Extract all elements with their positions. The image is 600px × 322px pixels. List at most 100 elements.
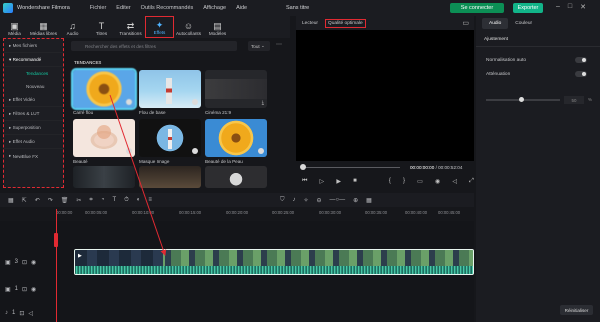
undo-icon[interactable]: ↶ (35, 197, 40, 204)
effect-card-partial[interactable] (139, 166, 201, 188)
image-icon[interactable]: ▭ (462, 19, 469, 27)
templates-icon: ▤ (213, 21, 222, 31)
prev-frame-icon[interactable]: ⏮ (302, 178, 307, 185)
attenuation-value-input[interactable]: 50 (564, 96, 584, 104)
effect-card-beauty[interactable]: Beauté (73, 119, 135, 164)
sidebar-item-recommended[interactable]: ▾ Recommandé (4, 53, 63, 67)
tab-color[interactable]: Couleur (508, 18, 539, 29)
effects-search-input[interactable]: Rechercher des effets et des filtres (71, 41, 237, 51)
tab-stock-media[interactable]: ▦ Médias libres (29, 16, 58, 38)
delete-icon[interactable]: 🗑 (61, 197, 69, 204)
effect-card-partial[interactable] (205, 166, 267, 188)
section-title: Ajustement (484, 37, 508, 42)
adjust-icon[interactable]: ≡ (148, 197, 152, 203)
ai-icon[interactable]: ✧ (303, 197, 308, 204)
tab-audio-properties[interactable]: Audio (482, 17, 509, 29)
media-icon: ▣ (10, 21, 19, 31)
lock-icon[interactable]: ⊡ (22, 259, 27, 266)
effect-card-square-blur[interactable]: Carré flou (71, 68, 137, 115)
play-full-icon[interactable]: ▶ (336, 178, 341, 185)
tab-effects[interactable]: ✦ Effets (145, 16, 174, 38)
close-icon[interactable]: ✕ (580, 3, 586, 11)
scrub-handle[interactable] (300, 164, 306, 170)
fullscreen-icon[interactable]: ⤢ (469, 178, 474, 185)
effect-card-skin-beauty[interactable]: Beauté de la Peau (205, 119, 267, 164)
filter-dropdown[interactable]: Tout ⌄ (248, 41, 270, 51)
grid-icon[interactable]: ▦ (366, 197, 372, 204)
eye-icon[interactable]: ◉ (31, 286, 36, 293)
mic-icon[interactable]: ♪ (292, 197, 295, 203)
zoom-in-icon[interactable]: ⊕ (353, 197, 358, 204)
tab-audio[interactable]: ♫ Audio (58, 16, 87, 38)
tab-media[interactable]: ▣ Média (0, 16, 29, 38)
color-icon[interactable]: ◐ (137, 197, 141, 203)
video-clip[interactable]: ▶ (74, 249, 474, 275)
marker-icon[interactable]: ⛉ (280, 197, 285, 204)
ruler-tick-label: 00:00:15:00 (179, 210, 202, 215)
eye-icon[interactable]: ◉ (31, 259, 36, 266)
stock-media-icon: ▦ (39, 21, 48, 31)
text-icon[interactable]: T (112, 197, 116, 203)
menu-item-help[interactable]: Aide (236, 5, 247, 11)
sign-in-button[interactable]: Se connecter (450, 3, 504, 13)
zoom-slider[interactable]: —○— (330, 197, 346, 203)
sidebar-item-audio-effect[interactable]: ▸ Effet Audio (4, 135, 63, 149)
reset-button[interactable]: Réinitialiser (560, 305, 593, 315)
speed-icon[interactable]: ◔ (101, 197, 105, 203)
preview-viewer[interactable] (296, 30, 474, 161)
sidebar-item-my-files[interactable]: ▸ Mes fichiers (4, 39, 63, 53)
clip-waveform (75, 266, 473, 274)
chevron-down-icon: ⌄ (260, 43, 265, 48)
lock-icon[interactable]: ⊡ (19, 310, 24, 317)
ruler-tick-label: 00:00:25:00 (272, 210, 295, 215)
preview-scrub-bar[interactable] (302, 167, 400, 168)
effect-card-image-mask[interactable]: Masque Image (139, 119, 201, 164)
effect-card-partial[interactable] (73, 166, 135, 188)
crop-icon[interactable]: ⌗ (89, 197, 92, 204)
zoom-out-icon[interactable]: ⊖ (316, 197, 321, 204)
divider (476, 46, 600, 47)
redo-icon[interactable]: ↷ (48, 197, 53, 204)
menu-item-view[interactable]: Affichage (203, 5, 226, 11)
sidebar-item-new[interactable]: Nouveau (4, 80, 63, 93)
quality-dropdown[interactable]: Qualité optimale (325, 18, 366, 28)
slider-handle[interactable] (519, 97, 524, 102)
sidebar-item-newblue-fx[interactable]: ▸ NewBlue FX (4, 149, 63, 163)
export-button[interactable]: Exporter (513, 3, 543, 13)
sidebar-item-video-effect[interactable]: ▸ Effet Vidéo (4, 93, 63, 107)
speaker-icon[interactable]: ◁ (28, 310, 33, 317)
sidebar-item-overlay[interactable]: ▸ Superposition (4, 121, 63, 135)
tab-stickers[interactable]: ☺ Autocollants (174, 16, 203, 38)
menu-item-tools[interactable]: Outils Recommandés (141, 5, 194, 11)
minimize-icon[interactable]: – (556, 3, 560, 11)
tab-transitions[interactable]: ⇄ Transitions (116, 16, 145, 38)
sidebar-item-filters-lut[interactable]: ▸ Filtres & LUT (4, 107, 63, 121)
mark-in-icon[interactable]: { (389, 178, 391, 185)
select-icon[interactable]: ⇱ (22, 197, 27, 204)
timeline-ruler[interactable]: 00:00:00 00:00:05:00 00:00:10:00 00:00:1… (56, 209, 474, 221)
volume-icon[interactable]: ◁ (452, 178, 457, 185)
monitor-icon[interactable]: ▭ (417, 178, 423, 185)
auto-normalize-toggle[interactable] (575, 57, 587, 63)
sidebar-item-trending[interactable]: Tendances (4, 67, 63, 80)
mark-out-icon[interactable]: } (403, 178, 405, 185)
effect-card-cinema[interactable]: ⤓ Cinéma 21:9 (205, 70, 267, 115)
cut-icon[interactable]: ✂ (76, 197, 81, 204)
effect-card-basic-blur[interactable]: Flou de base (139, 70, 201, 115)
lock-icon[interactable]: ⊡ (22, 286, 27, 293)
more-options-icon[interactable]: ⋯ (276, 41, 282, 48)
maximize-icon[interactable]: □ (568, 3, 572, 11)
layout-icon[interactable]: ▦ (8, 197, 14, 204)
tab-templates[interactable]: ▤ Modèles (203, 16, 232, 38)
stop-icon[interactable]: ■ (353, 178, 357, 185)
playhead[interactable] (56, 209, 57, 322)
tab-titles[interactable]: T Titres (87, 16, 116, 38)
menu-item-edit[interactable]: Editer (116, 5, 130, 11)
play-icon[interactable]: ▷ (320, 178, 325, 185)
menu-item-file[interactable]: Fichier (90, 5, 107, 11)
attenuation-toggle[interactable] (575, 71, 587, 77)
playhead-marker[interactable] (54, 233, 58, 247)
video-track-icon: ▣ (5, 259, 11, 266)
timer-icon[interactable]: ⏱ (124, 197, 129, 204)
camera-icon[interactable]: ◉ (435, 178, 440, 185)
